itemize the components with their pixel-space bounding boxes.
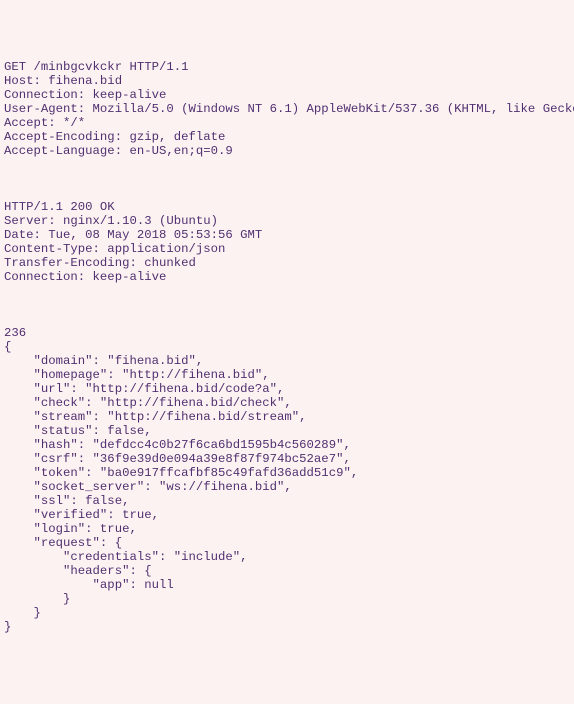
http-response-headers: HTTP/1.1 200 OK Server: nginx/1.10.3 (Ub…	[4, 200, 570, 284]
blank-line-2	[4, 298, 570, 312]
blank-line-1	[4, 172, 570, 186]
http-response-body: 236 { "domain": "fihena.bid", "homepage"…	[4, 326, 570, 634]
http-request-headers: GET /minbgcvkckr HTTP/1.1 Host: fihena.b…	[4, 60, 570, 158]
